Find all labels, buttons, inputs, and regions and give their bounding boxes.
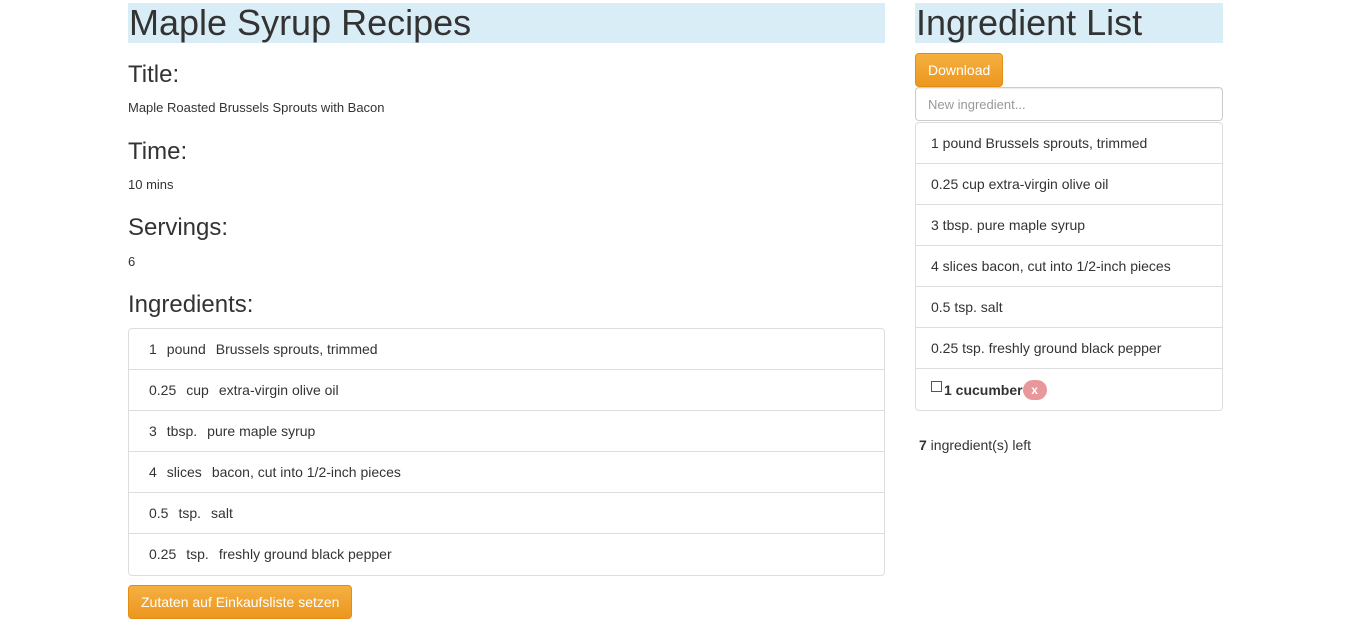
ingredient-name: freshly ground black pepper <box>218 546 392 562</box>
shopping-item-row: 0.5 tsp. salt <box>916 287 1222 328</box>
recipe-ingredient-row: 0.5 tsp. salt <box>129 493 884 534</box>
ingredient-name: salt <box>211 505 233 521</box>
recipe-ingredients-list: 1 pound Brussels sprouts, trimmed 0.25 cup ex… <box>128 328 885 576</box>
ingredient-name: Brussels sprouts, trimmed <box>215 341 378 357</box>
shopping-item-row: 4 slices bacon, cut into 1/2-inch pieces <box>916 246 1222 287</box>
ingredient-name: extra-virgin olive oil <box>218 382 339 398</box>
page-title: Maple Syrup Recipes <box>128 3 885 43</box>
ingredient-unit: slices <box>166 464 202 480</box>
ingredient-qty: 0.25 <box>149 546 177 562</box>
ingredient-unit: tsp. <box>178 505 202 521</box>
shopping-items-list: 1 pound Brussels sprouts, trimmed 0.25 cu… <box>915 122 1223 411</box>
recipe-ingredient-row: 0.25 cup extra-virgin olive oil <box>129 370 884 411</box>
recipe-title-value: Maple Roasted Brussels Sprouts with Baco… <box>128 100 385 115</box>
ingredient-qty: 1 <box>149 341 157 357</box>
shopping-item-row: 0.25 tsp. freshly ground black pepper <box>916 328 1222 369</box>
shopping-item-row: 1 pound Brussels sprouts, trimmed <box>916 123 1222 164</box>
ingredient-qty: 0.5 <box>149 505 169 521</box>
custom-item-label: 1 cucumber <box>944 381 1023 398</box>
ingredient-name: pure maple syrup <box>207 423 316 439</box>
remove-item-button[interactable]: x <box>1022 379 1047 400</box>
ingredient-list-panel: Ingredient List Download 1 pound Brussel… <box>915 3 1223 453</box>
servings-label: Servings: <box>128 214 229 241</box>
time-label: Time: <box>128 138 188 165</box>
ingredient-name: bacon, cut into 1/2-inch pieces <box>211 464 401 480</box>
add-to-shopping-list-button[interactable]: Zutaten auf Einkaufsliste setzen <box>128 585 353 619</box>
download-button[interactable]: Download <box>915 53 1004 87</box>
ingredient-unit: tsp. <box>186 546 209 562</box>
recipe-time-value: 10 mins <box>128 177 174 192</box>
recipe-servings-value: 6 <box>128 254 136 269</box>
ingredient-qty: 0.25 <box>149 382 177 398</box>
ingredient-unit: cup <box>186 382 209 398</box>
recipe-panel: Maple Syrup Recipes Title: Maple Roasted… <box>128 3 885 619</box>
ingredient-qty: 4 <box>149 464 157 480</box>
ingredients-left-counter: 7 ingredient(s) left <box>919 437 1031 453</box>
recipe-ingredient-row: 1 pound Brussels sprouts, trimmed <box>129 329 884 370</box>
ingredient-qty: 3 <box>149 423 157 439</box>
shopping-item-row: 3 tbsp. pure maple syrup <box>916 205 1222 246</box>
new-ingredient-input[interactable] <box>915 87 1223 121</box>
recipe-ingredient-row: 4 slices bacon, cut into 1/2-inch pieces <box>129 452 884 493</box>
ingredients-label: Ingredients: <box>128 291 254 318</box>
ingredient-unit: pound <box>166 341 206 357</box>
ingredient-unit: tbsp. <box>166 423 198 439</box>
ingredient-list-title: Ingredient List <box>915 3 1223 43</box>
ingredients-left-count: 7 <box>919 437 927 453</box>
recipe-ingredient-row: 3 tbsp. pure maple syrup <box>129 411 884 452</box>
item-checkbox[interactable] <box>931 381 942 392</box>
custom-item-row: 1 cucumber x <box>916 369 1222 410</box>
title-label: Title: <box>128 61 180 88</box>
shopping-item-row: 0.25 cup extra-virgin olive oil <box>916 164 1222 205</box>
ingredients-left-label: ingredient(s) left <box>926 437 1032 453</box>
recipe-ingredient-row: 0.25 tsp. freshly ground black pepper <box>129 534 884 575</box>
